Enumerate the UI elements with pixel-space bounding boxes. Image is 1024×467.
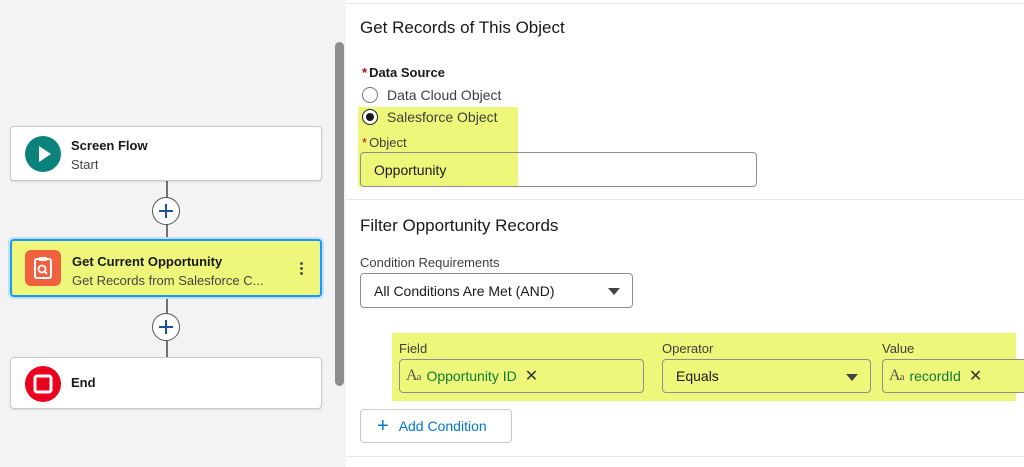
stop-icon: [25, 366, 61, 402]
start-node[interactable]: Screen Flow Start: [10, 126, 322, 181]
object-label: * Object: [362, 135, 407, 150]
chevron-down-icon: [846, 374, 858, 381]
radio-button-selected[interactable]: [362, 109, 378, 125]
radio-label: Data Cloud Object: [387, 87, 502, 103]
end-node[interactable]: End: [10, 357, 322, 409]
value-label: Value: [882, 341, 915, 356]
operator-label: Operator: [662, 341, 714, 356]
flow-canvas[interactable]: Screen Flow Start Get Current Opportunit…: [0, 0, 333, 467]
condition-requirements-label: Condition Requirements: [360, 255, 500, 270]
get-node-title: Get Current Opportunity: [72, 254, 223, 269]
chevron-down-icon: [608, 288, 620, 295]
field-label: Field: [399, 341, 428, 356]
field-input[interactable]: Aa Opportunity ID ✕: [399, 359, 644, 393]
plus-icon: +: [377, 415, 389, 437]
required-mark: *: [362, 65, 368, 80]
kebab-menu-icon[interactable]: [296, 260, 306, 280]
radio-button[interactable]: [362, 87, 378, 103]
clipboard-search-icon: [25, 250, 61, 286]
start-node-subtitle: Start: [71, 157, 99, 172]
radio-label: Salesforce Object: [387, 109, 498, 125]
value-input[interactable]: Aa recordId ✕: [882, 359, 1024, 393]
section-title: Get Records of This Object: [360, 18, 565, 37]
text-type-icon: Aa: [889, 367, 904, 384]
play-icon: [25, 136, 61, 172]
start-node-title: Screen Flow: [71, 138, 148, 153]
add-element-button[interactable]: [152, 313, 180, 341]
radio-data-cloud-object[interactable]: Data Cloud Object: [362, 85, 501, 105]
required-mark: *: [362, 135, 368, 150]
operator-select[interactable]: Equals: [662, 359, 871, 393]
object-input[interactable]: Opportunity: [360, 152, 757, 187]
data-source-label: * Data Source: [362, 65, 445, 80]
properties-panel: Get Records of This Object * Data Source …: [346, 0, 1024, 467]
section-title: Filter Opportunity Records: [360, 216, 559, 235]
close-icon[interactable]: ✕: [969, 366, 982, 386]
canvas-scrollbar[interactable]: [333, 0, 347, 467]
add-element-button[interactable]: [152, 197, 180, 225]
add-condition-button[interactable]: + Add Condition: [360, 409, 512, 443]
text-type-icon: Aa: [406, 367, 421, 384]
radio-salesforce-object[interactable]: Salesforce Object: [362, 107, 498, 127]
get-records-section: Get Records of This Object * Data Source …: [346, 3, 1024, 201]
get-records-node[interactable]: Get Current Opportunity Get Records from…: [10, 239, 322, 297]
get-node-subtitle: Get Records from Salesforce C...: [72, 273, 264, 288]
close-icon[interactable]: ✕: [525, 366, 538, 386]
scrollbar-thumb[interactable]: [335, 42, 344, 386]
condition-requirements-select[interactable]: All Conditions Are Met (AND): [360, 273, 633, 308]
end-node-title: End: [71, 375, 96, 390]
